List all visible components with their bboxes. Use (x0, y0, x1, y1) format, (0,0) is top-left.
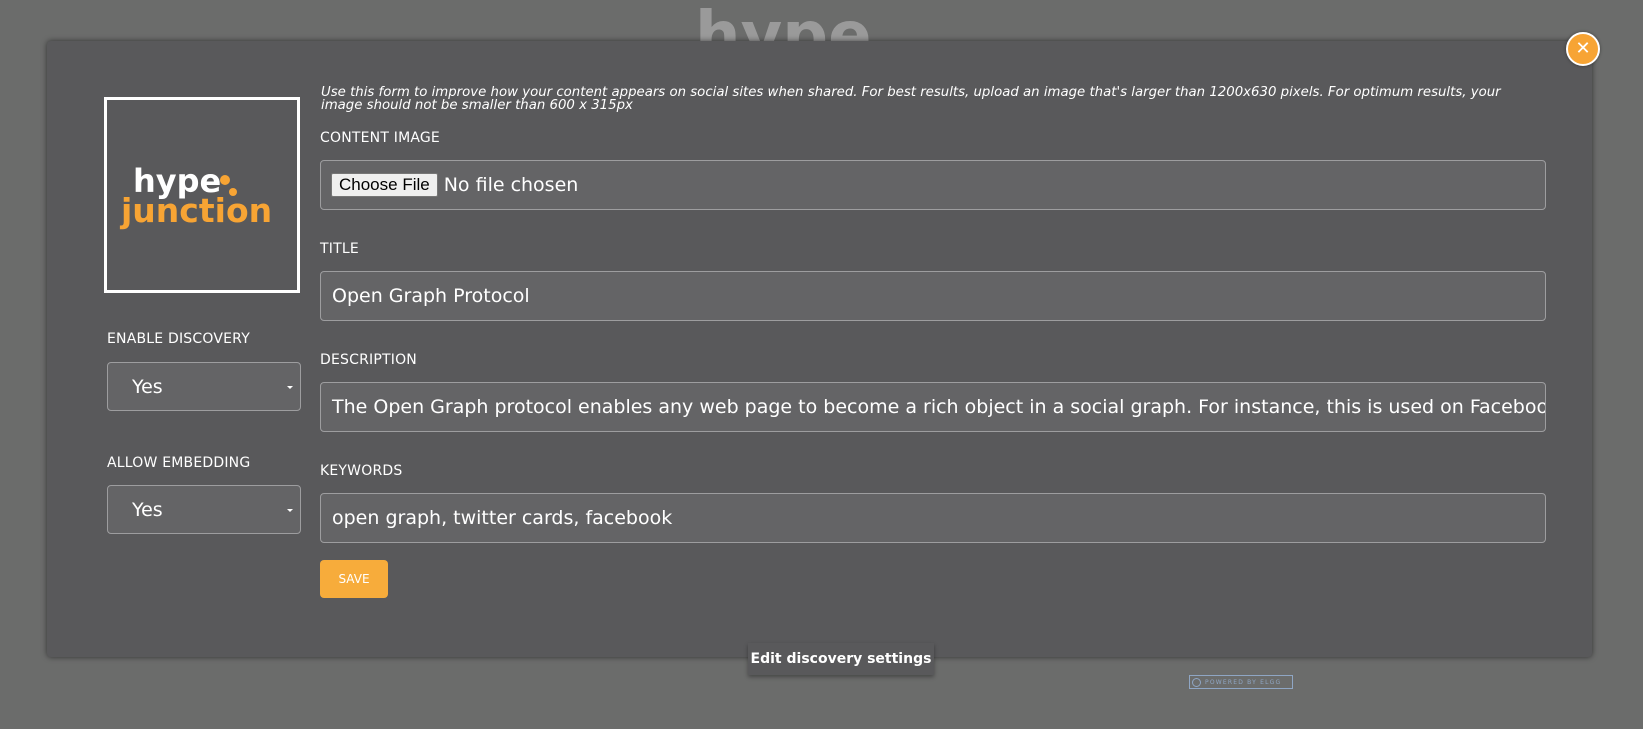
save-button[interactable]: SAVE (320, 560, 388, 598)
form-intro-text: Use this form to improve how your conten… (321, 85, 1501, 113)
choose-file-button[interactable]: Choose File (331, 173, 438, 197)
no-file-chosen-text: No file chosen (443, 174, 579, 196)
hype-junction-logo: hype junction (119, 162, 272, 230)
enable-discovery-value: Yes (132, 375, 163, 398)
powered-by-elgg-badge[interactable]: POWERED BY ELGG (1189, 675, 1293, 689)
enable-discovery-label: ENABLE DISCOVERY (107, 331, 250, 347)
logo-word-junction: junction (119, 191, 272, 230)
elgg-icon (1192, 677, 1201, 687)
title-input[interactable]: Open Graph Protocol (320, 271, 1546, 321)
logo-dot (220, 175, 230, 185)
enable-discovery-select[interactable]: Yes (107, 362, 301, 411)
keywords-value: open graph, twitter cards, facebook (332, 507, 673, 529)
description-value: The Open Graph protocol enables any web … (332, 396, 1545, 418)
content-image-label: CONTENT IMAGE (320, 130, 440, 146)
content-image-preview: hype junction (104, 97, 300, 293)
close-icon[interactable]: ✕ (1566, 32, 1600, 66)
title-label: TITLE (320, 241, 359, 257)
keywords-input[interactable]: open graph, twitter cards, facebook (320, 493, 1546, 543)
allow-embedding-value: Yes (132, 498, 163, 521)
title-value: Open Graph Protocol (332, 285, 530, 307)
edit-discovery-settings-tab[interactable]: Edit discovery settings (748, 643, 934, 675)
allow-embedding-label: ALLOW EMBEDDING (107, 455, 251, 471)
keywords-label: KEYWORDS (320, 463, 403, 479)
powered-by-text: POWERED BY ELGG (1205, 678, 1282, 686)
allow-embedding-select[interactable]: Yes (107, 485, 301, 534)
chevron-down-icon (287, 385, 293, 389)
content-image-file-input[interactable]: Choose File No file chosen (320, 160, 1546, 210)
description-input[interactable]: The Open Graph protocol enables any web … (320, 382, 1546, 432)
chevron-down-icon (287, 508, 293, 512)
description-label: DESCRIPTION (320, 352, 417, 368)
